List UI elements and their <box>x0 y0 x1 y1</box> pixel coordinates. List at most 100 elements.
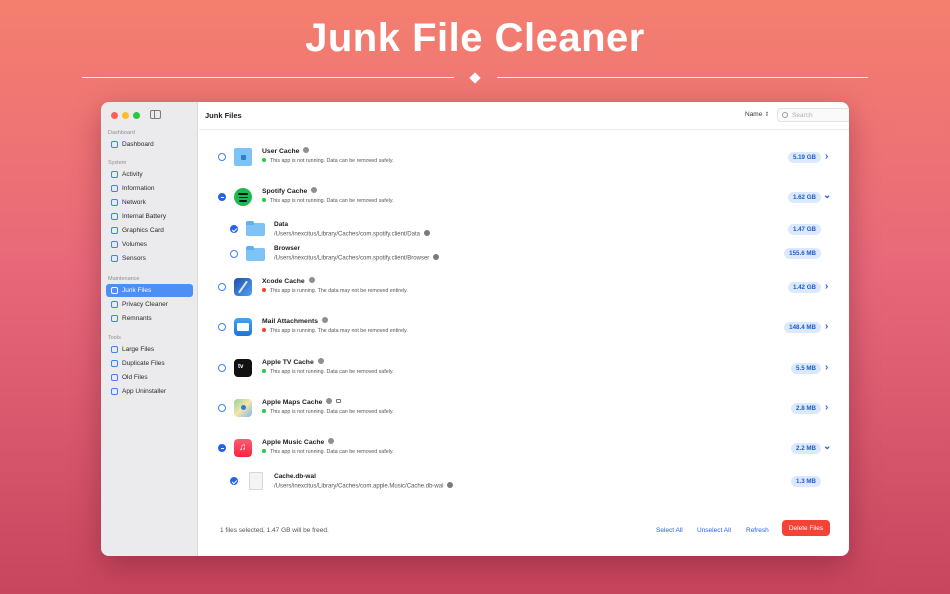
sidebar-item-label: Information <box>122 185 155 192</box>
trash-icon <box>111 287 118 294</box>
row-select-checkbox[interactable] <box>218 323 226 331</box>
size-badge: 1.42 GB <box>787 282 821 293</box>
sidebar-item-junk-files[interactable]: Junk Files <box>106 284 193 297</box>
child-path: /Users/inexcitus/Library/Caches/com.spot… <box>274 254 440 262</box>
close-window-button[interactable] <box>111 112 118 119</box>
info-icon[interactable] <box>303 147 310 154</box>
delete-files-button[interactable]: Delete Files <box>782 520 830 536</box>
info-icon[interactable] <box>328 438 335 445</box>
sidebar-item-old-files[interactable]: Old Files <box>106 371 193 384</box>
sidebar-item-activity[interactable]: Activity <box>106 168 193 181</box>
row-select-checkbox[interactable] <box>218 364 226 372</box>
header-divider <box>199 129 849 130</box>
info-icon[interactable] <box>322 317 329 324</box>
unselect-all-button[interactable]: Unselect All <box>697 527 731 534</box>
row-select-checkbox[interactable] <box>218 153 226 161</box>
sidebar-item-privacy-cleaner[interactable]: Privacy Cleaner <box>106 298 193 311</box>
reveal-arrow-icon[interactable] <box>433 254 440 260</box>
row-select-checkbox[interactable] <box>218 444 226 452</box>
row-select-checkbox[interactable] <box>218 283 226 291</box>
status-dot-icon <box>262 157 266 162</box>
sidebar-section-tools: Tools <box>108 335 121 341</box>
apple-tv-icon: tv <box>234 359 252 377</box>
child-name: Cache.db-wal <box>274 473 316 480</box>
row-status: This app is not running. Data can be rem… <box>262 157 394 164</box>
sidebar-item-large-files[interactable]: Large Files <box>106 343 193 356</box>
row-name: Apple Maps Cache <box>262 398 342 406</box>
row-select-checkbox[interactable] <box>218 404 226 412</box>
zoom-window-button[interactable] <box>133 112 140 119</box>
cache-row-user-cache[interactable]: User Cache This app is not running. Data… <box>199 139 849 175</box>
sidebar-item-label: Sensors <box>122 255 146 262</box>
shield-icon <box>111 301 118 308</box>
child-select-checkbox[interactable] <box>230 477 238 485</box>
chevron-down-icon[interactable]: ⌄ <box>823 191 831 201</box>
row-select-checkbox[interactable] <box>218 193 226 201</box>
cache-child-row[interactable]: Browser /Users/inexcitus/Library/Caches/… <box>199 240 849 266</box>
chevron-right-icon[interactable]: › <box>825 363 828 373</box>
row-name: Mail Attachments <box>262 317 329 325</box>
sort-select[interactable]: Name ⇕ <box>745 111 769 118</box>
cache-row-mail-attachments[interactable]: Mail Attachments This app is running. Th… <box>199 309 849 345</box>
cache-row-apple-maps-cache[interactable]: Apple Maps Cache This app is not running… <box>199 390 849 426</box>
size-badge: 155.6 MB <box>784 248 821 259</box>
row-name: Xcode Cache <box>262 277 315 285</box>
sidebar-item-app-uninstaller[interactable]: App Uninstaller <box>106 385 193 398</box>
sidebar-item-graphics-card[interactable]: Graphics Card <box>106 224 193 237</box>
reveal-arrow-icon[interactable] <box>423 230 430 236</box>
doc-icon <box>111 346 118 353</box>
child-select-checkbox[interactable] <box>230 250 238 258</box>
sidebar-item-label: Remnants <box>122 315 152 322</box>
select-all-button[interactable]: Select All <box>656 527 683 534</box>
child-select-checkbox[interactable] <box>230 225 238 233</box>
sidebar-toggle-icon[interactable] <box>150 110 161 119</box>
row-status: This app is not running. Data can be rem… <box>262 197 394 204</box>
size-badge: 1.47 GB <box>787 224 821 235</box>
chevron-right-icon[interactable]: › <box>825 152 828 162</box>
refresh-button[interactable]: Refresh <box>746 527 769 534</box>
size-badge: 2.2 MB <box>791 443 821 454</box>
chevron-right-icon[interactable]: › <box>825 322 828 332</box>
sidebar-item-duplicate-files[interactable]: Duplicate Files <box>106 357 193 370</box>
sidebar-item-network[interactable]: Network <box>106 196 193 209</box>
info-icon[interactable] <box>317 358 324 365</box>
sidebar-item-remnants[interactable]: Remnants <box>106 312 193 325</box>
row-status: This app is running. The data may not be… <box>262 327 408 334</box>
info-icon[interactable] <box>326 398 333 405</box>
cache-child-row[interactable]: Cache.db-wal /Users/inexcitus/Library/Ca… <box>199 467 849 495</box>
info-icon[interactable] <box>308 277 315 284</box>
sidebar-item-label: Activity <box>122 171 143 178</box>
status-dot-icon <box>262 408 266 413</box>
hero-divider-right <box>497 77 868 78</box>
lock-icon <box>336 399 342 404</box>
row-status: This app is not running. Data can be rem… <box>262 408 394 415</box>
cache-child-row[interactable]: Data /Users/inexcitus/Library/Caches/com… <box>199 215 849 241</box>
minimize-window-button[interactable] <box>122 112 129 119</box>
sidebar-item-internal-battery[interactable]: Internal Battery <box>106 210 193 223</box>
sidebar-item-label: Duplicate Files <box>122 360 165 367</box>
sidebar-item-volumes[interactable]: Volumes <box>106 238 193 251</box>
cache-row-apple-music-cache[interactable]: ♫ Apple Music Cache This app is not runn… <box>199 430 849 466</box>
uninstall-icon <box>111 388 118 395</box>
child-path: /Users/inexcitus/Library/Caches/com.spot… <box>274 230 430 238</box>
chevron-down-icon[interactable]: ⌄ <box>823 442 831 452</box>
chevron-right-icon[interactable]: › <box>825 282 828 292</box>
status-dot-icon <box>262 197 266 202</box>
cache-row-spotify-cache[interactable]: Spotify Cache This app is not running. D… <box>199 179 849 215</box>
sidebar-item-sensors[interactable]: Sensors <box>106 252 193 265</box>
sidebar-item-label: Junk Files <box>122 287 152 294</box>
cache-row-xcode-cache[interactable]: Xcode Cache This app is running. The dat… <box>199 269 849 305</box>
search-field[interactable]: Search <box>777 108 849 122</box>
reveal-arrow-icon[interactable] <box>447 482 454 488</box>
sidebar-item-dashboard[interactable]: Dashboard <box>106 138 193 151</box>
chevron-right-icon[interactable]: › <box>825 403 828 413</box>
info-icon[interactable] <box>311 187 318 194</box>
magnifier-icon <box>111 315 118 322</box>
cache-row-apple-tv-cache[interactable]: tv Apple TV Cache This app is not runnin… <box>199 350 849 386</box>
page-title: Junk Files <box>205 111 242 120</box>
activity-icon <box>111 171 118 178</box>
child-name: Data <box>274 221 289 228</box>
mail-icon <box>234 318 252 336</box>
sidebar-item-label: Dashboard <box>122 141 154 148</box>
sidebar-item-information[interactable]: Information <box>106 182 193 195</box>
